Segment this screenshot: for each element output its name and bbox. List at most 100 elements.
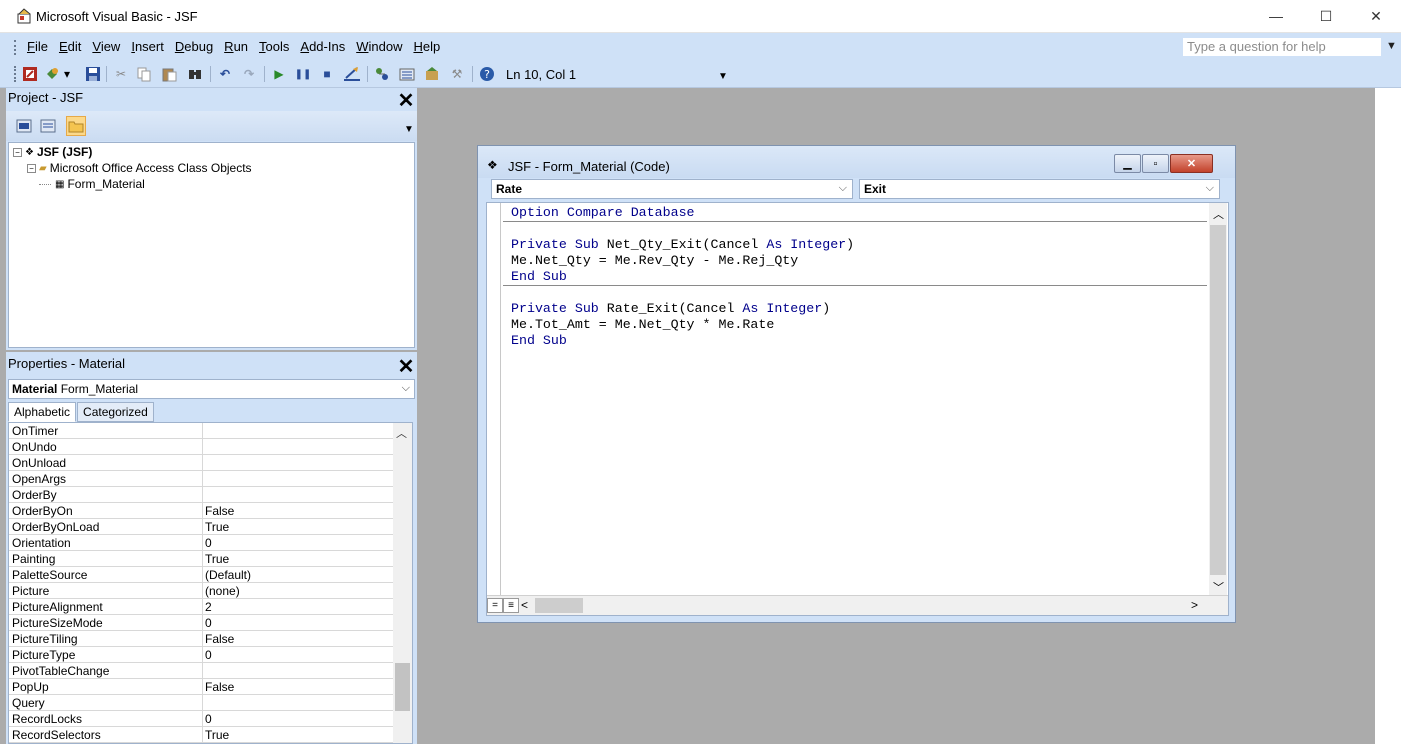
property-value[interactable]: 0	[205, 536, 212, 550]
property-row[interactable]: Picture (none)	[9, 583, 393, 599]
scroll-left-icon[interactable]: <	[521, 598, 528, 612]
toolbar-options-arrow-icon[interactable]: ▼	[718, 71, 728, 82]
code-vertical-scrollbar[interactable]: ︿ ﹀	[1209, 203, 1227, 595]
code-text[interactable]: Option Compare Database Private Sub Net_Q…	[511, 205, 854, 349]
property-row[interactable]: OrderByOn False	[9, 503, 393, 519]
design-mode-icon[interactable]	[343, 65, 361, 83]
property-value[interactable]: True	[205, 520, 229, 534]
menu-item[interactable]: Window	[353, 39, 406, 54]
property-row[interactable]: OrderByOnLoad True	[9, 519, 393, 535]
property-row[interactable]: OnUndo	[9, 439, 393, 455]
menu-item[interactable]: Debug	[172, 39, 217, 54]
find-icon[interactable]	[186, 65, 204, 83]
scroll-up-icon[interactable]: ︿	[396, 425, 407, 441]
procedure-view-icon[interactable]: =	[487, 598, 503, 613]
property-row[interactable]: PictureType 0	[9, 647, 393, 663]
maximize-button[interactable]: ☐	[1301, 0, 1351, 33]
property-row[interactable]: OrderBy	[9, 487, 393, 503]
property-value[interactable]: 0	[205, 712, 212, 726]
insert-dropdown-arrow-icon[interactable]: ▾	[62, 65, 72, 83]
menu-item[interactable]: File	[24, 39, 52, 54]
property-value[interactable]: 0	[205, 648, 212, 662]
properties-scrollbar[interactable]: ︿	[393, 423, 412, 743]
minimize-button[interactable]: —	[1251, 0, 1301, 33]
paste-icon[interactable]	[160, 65, 178, 83]
menu-item[interactable]: Tools	[256, 39, 293, 54]
break-icon[interactable]: ❚❚	[294, 65, 312, 83]
property-row[interactable]: PictureTiling False	[9, 631, 393, 647]
code-line[interactable]: Option Compare Database	[511, 205, 854, 221]
property-value[interactable]: False	[205, 632, 234, 646]
property-value[interactable]: (Default)	[205, 568, 251, 582]
object-browser-icon[interactable]	[423, 65, 441, 83]
redo-icon[interactable]: ↷	[240, 65, 258, 83]
scroll-down-icon[interactable]: ﹀	[1213, 579, 1224, 595]
full-module-view-icon[interactable]: ≡	[503, 598, 519, 613]
reset-icon[interactable]: ■	[318, 65, 336, 83]
menu-item[interactable]: Help	[410, 39, 444, 54]
menu-item[interactable]: View	[89, 39, 124, 54]
property-value[interactable]: True	[205, 728, 229, 742]
property-row[interactable]: RecordSelectors True	[9, 727, 393, 743]
project-pane-close-icon[interactable]: ✕	[395, 88, 417, 113]
property-row[interactable]: PivotTableChange	[9, 663, 393, 679]
project-toolbar-arrow-icon[interactable]: ▼	[404, 124, 414, 135]
property-row[interactable]: Orientation 0	[9, 535, 393, 551]
menu-item[interactable]: Add-Ins	[297, 39, 349, 54]
property-row[interactable]: Query	[9, 695, 393, 711]
collapse-icon[interactable]: −	[13, 147, 22, 157]
help-search-input[interactable]: Type a question for help	[1182, 37, 1382, 57]
property-row[interactable]: PopUp False	[9, 679, 393, 695]
code-line[interactable]: End Sub	[511, 269, 854, 285]
property-value[interactable]: 2	[205, 600, 212, 614]
undo-icon[interactable]: ↶	[216, 65, 234, 83]
menu-item[interactable]: Run	[221, 39, 252, 54]
code-minimize-button[interactable]: ▁	[1114, 154, 1141, 173]
margin-indicator-bar[interactable]	[487, 203, 501, 595]
property-value[interactable]: (none)	[205, 584, 240, 598]
tree-node-class-objects[interactable]: − ▰ Microsoft Office Access Class Object…	[27, 161, 252, 175]
property-row[interactable]: PaletteSource (Default)	[9, 567, 393, 583]
property-value[interactable]: True	[205, 552, 229, 566]
close-button[interactable]: ✕	[1351, 0, 1401, 33]
scroll-right-icon[interactable]: >	[1191, 598, 1198, 612]
code-line[interactable]: End Sub	[511, 333, 854, 349]
property-row[interactable]: OnUnload	[9, 455, 393, 471]
save-icon[interactable]	[84, 65, 102, 83]
run-icon[interactable]: ▶	[270, 65, 288, 83]
code-restore-button[interactable]: ▫	[1142, 154, 1169, 173]
property-value[interactable]: False	[205, 680, 234, 694]
property-row[interactable]: OnTimer	[9, 423, 393, 439]
copy-icon[interactable]	[135, 65, 153, 83]
object-select[interactable]: Material Form_Material ⌵	[8, 379, 415, 399]
properties-pane-close-icon[interactable]: ✕	[395, 354, 417, 379]
menu-item[interactable]: Insert	[128, 39, 168, 54]
scrollbar-thumb[interactable]	[1210, 225, 1226, 575]
access-icon[interactable]	[21, 65, 39, 83]
project-explorer-icon[interactable]	[373, 65, 391, 83]
menu-item[interactable]: Edit	[56, 39, 85, 54]
tree-node-jsf-project[interactable]: − ❖ JSF (JSF)	[13, 145, 92, 159]
code-line[interactable]: Private Sub Net_Qty_Exit(Cancel As Integ…	[511, 237, 854, 253]
code-editor[interactable]: Option Compare Database Private Sub Net_Q…	[486, 202, 1229, 616]
help-icon[interactable]: ?	[478, 65, 496, 83]
code-window-titlebar[interactable]: ❖ JSF - Form_Material (Code) ▁ ▫ ✕	[478, 146, 1235, 178]
code-line[interactable]: Private Sub Rate_Exit(Cancel As Integer)	[511, 301, 854, 317]
tree-node-form-material[interactable]: ▦ Form_Material	[39, 177, 145, 191]
object-combo[interactable]: Rate ⌵	[491, 179, 853, 199]
property-row[interactable]: Painting True	[9, 551, 393, 567]
menu-grip-handle[interactable]	[14, 40, 16, 55]
code-close-button[interactable]: ✕	[1170, 154, 1213, 173]
scroll-up-icon[interactable]: ︿	[1213, 206, 1224, 222]
view-code-icon[interactable]	[14, 116, 34, 136]
property-value[interactable]: False	[205, 504, 234, 518]
tab-alphabetic[interactable]: Alphabetic	[8, 402, 77, 422]
scrollbar-thumb[interactable]	[395, 663, 410, 711]
code-line[interactable]	[511, 285, 854, 301]
tab-categorized[interactable]: Categorized	[77, 402, 154, 422]
property-value[interactable]: 0	[205, 616, 212, 630]
property-row[interactable]: PictureSizeMode 0	[9, 615, 393, 631]
help-dropdown-arrow-icon[interactable]: ▼	[1386, 40, 1397, 52]
toggle-folders-icon[interactable]	[66, 116, 86, 136]
procedure-combo[interactable]: Exit ⌵	[859, 179, 1220, 199]
